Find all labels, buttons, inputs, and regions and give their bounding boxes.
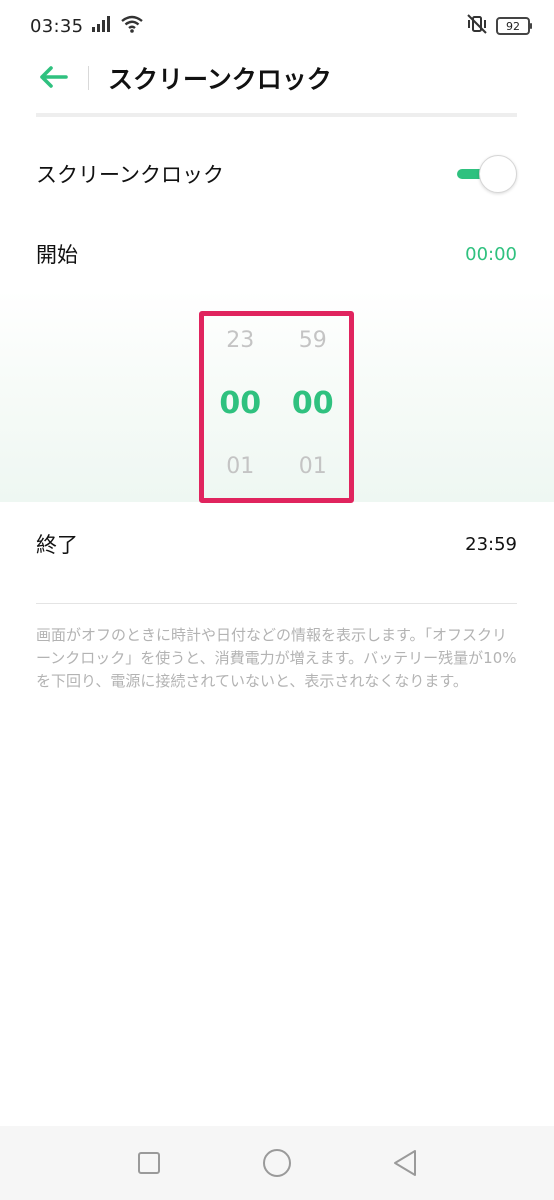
battery-icon: 92: [496, 17, 532, 35]
recents-square-icon: [138, 1152, 160, 1174]
time-picker[interactable]: 23 00 01 59 00 01: [199, 311, 354, 503]
screen-clock-toggle-row[interactable]: スクリーンクロック: [36, 154, 517, 194]
back-nav-button[interactable]: [389, 1147, 421, 1179]
recents-button[interactable]: [133, 1147, 165, 1179]
home-circle-icon: [263, 1149, 291, 1177]
arrow-left-icon: [40, 66, 68, 88]
vibrate-mute-icon: [466, 14, 488, 38]
app-header: スクリーンクロック: [0, 52, 554, 102]
screen: 03:35 92 スクリーンクロック スクリーンクロック 開始 00:00 23…: [0, 0, 554, 1200]
minute-wheel[interactable]: 59 00 01: [283, 316, 343, 498]
signal-icon: [91, 16, 113, 36]
home-button[interactable]: [261, 1147, 293, 1179]
hour-selected[interactable]: 00: [219, 361, 261, 447]
end-value: 23:59: [465, 533, 517, 555]
back-triangle-icon: [394, 1150, 416, 1176]
status-left: 03:35: [30, 15, 144, 37]
hour-prev[interactable]: 23: [226, 321, 254, 361]
screen-clock-toggle[interactable]: [455, 155, 517, 193]
start-value: 00:00: [465, 243, 517, 265]
navigation-bar: [0, 1126, 554, 1200]
toggle-label: スクリーンクロック: [36, 163, 224, 187]
end-time-row[interactable]: 終了 23:59: [36, 526, 517, 562]
status-bar: 03:35 92: [0, 0, 554, 52]
minute-prev[interactable]: 59: [299, 321, 327, 361]
back-button[interactable]: [36, 62, 70, 92]
minute-selected[interactable]: 00: [292, 361, 334, 447]
wifi-icon: [121, 15, 144, 37]
header-divider: [88, 66, 89, 90]
status-time: 03:35: [30, 15, 84, 37]
battery-level: 92: [506, 19, 520, 33]
status-right: 92: [466, 14, 532, 38]
start-label: 開始: [36, 243, 78, 267]
start-time-row[interactable]: 開始 00:00: [36, 236, 517, 272]
minute-next[interactable]: 01: [299, 447, 327, 487]
hour-wheel[interactable]: 23 00 01: [210, 316, 270, 498]
end-label: 終了: [36, 533, 78, 557]
page-title: スクリーンクロック: [108, 65, 332, 94]
hour-next[interactable]: 01: [226, 447, 254, 487]
section-divider: [36, 603, 517, 604]
header-rule: [36, 113, 517, 117]
description-text: 画面がオフのときに時計や日付などの情報を表示します。「オフスクリーンクロック」を…: [36, 626, 517, 690]
toggle-knob: [479, 155, 517, 193]
